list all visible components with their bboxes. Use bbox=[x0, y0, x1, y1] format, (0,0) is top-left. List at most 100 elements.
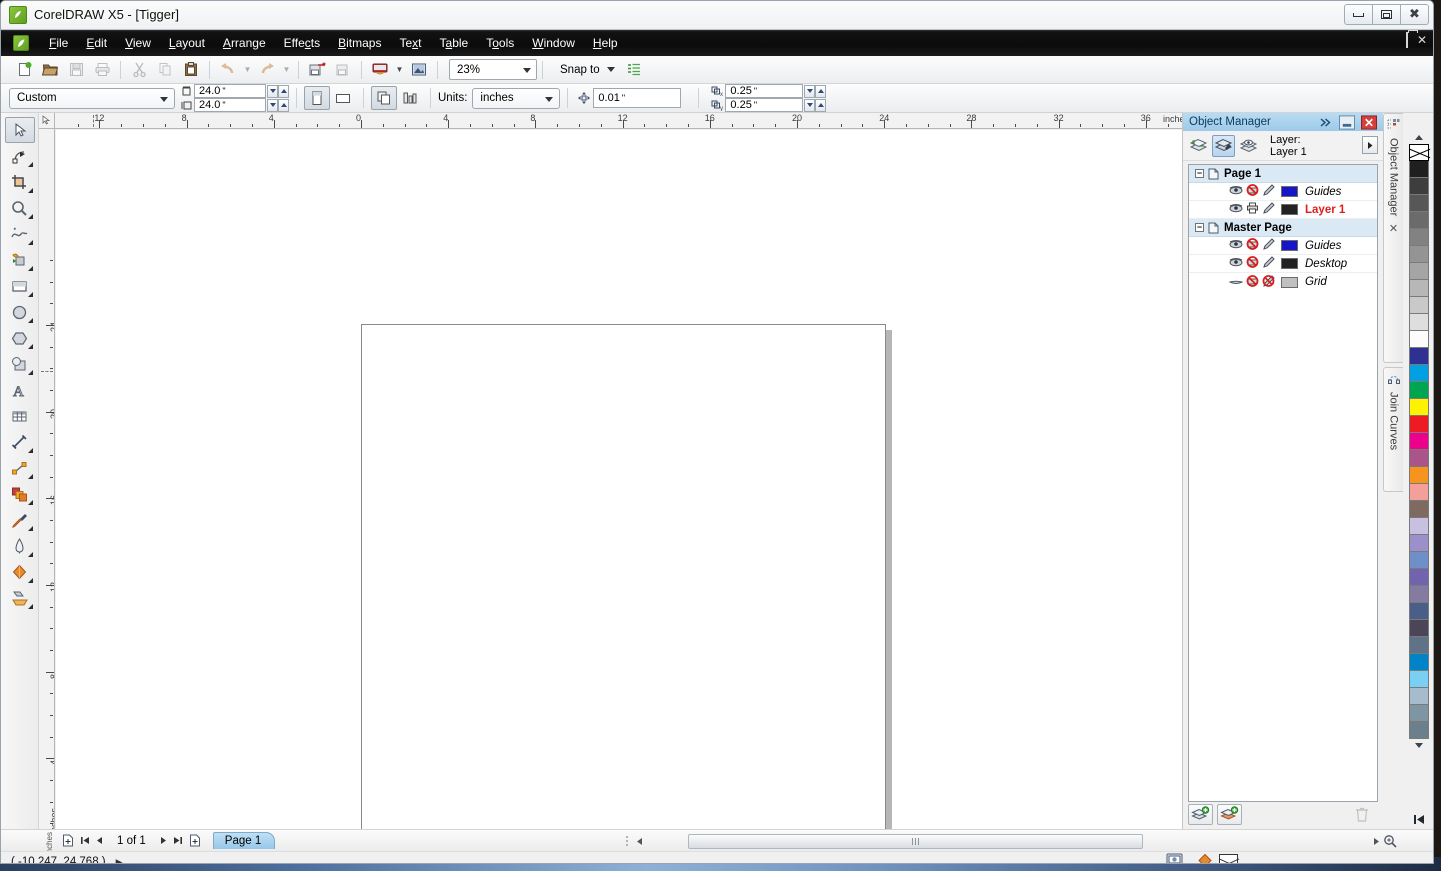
previous-page-button[interactable] bbox=[92, 832, 107, 850]
palette-color-swatch[interactable] bbox=[1409, 671, 1429, 688]
palette-color-swatch[interactable] bbox=[1409, 467, 1429, 484]
palette-color-swatch[interactable] bbox=[1409, 280, 1429, 297]
import-button[interactable] bbox=[304, 58, 330, 82]
no-print-icon[interactable] bbox=[1246, 256, 1259, 271]
join-curves-tab[interactable]: Join Curves bbox=[1383, 367, 1403, 492]
table-tool[interactable] bbox=[5, 403, 35, 429]
window-close-button[interactable]: ✖ bbox=[1400, 4, 1429, 25]
window-minimize-button[interactable] bbox=[1344, 4, 1373, 25]
blend-tool[interactable] bbox=[5, 481, 35, 507]
vertical-ruler[interactable]: 24201612840inches bbox=[39, 129, 55, 829]
object-manager-tree[interactable]: − Page 1 Guides Layer 1 − Master Page Gu… bbox=[1188, 164, 1378, 802]
drawing-canvas[interactable] bbox=[56, 130, 1367, 829]
palette-color-swatch[interactable] bbox=[1409, 161, 1429, 178]
application-launcher-button[interactable] bbox=[367, 58, 393, 82]
document-icon[interactable] bbox=[13, 35, 29, 51]
coordinates-expander-icon[interactable]: ▶ bbox=[116, 857, 123, 864]
freehand-tool[interactable] bbox=[5, 221, 35, 247]
pencil-icon[interactable] bbox=[1262, 238, 1275, 253]
menu-effects[interactable]: Effects bbox=[275, 33, 329, 53]
no-print-icon[interactable] bbox=[1246, 238, 1259, 253]
palette-color-swatch[interactable] bbox=[1409, 637, 1429, 654]
zoom-tool[interactable] bbox=[5, 195, 35, 221]
menu-table[interactable]: Table bbox=[431, 33, 478, 53]
portrait-orientation-button[interactable] bbox=[304, 86, 330, 110]
launcher-dropdown-arrow[interactable]: ▼ bbox=[393, 58, 406, 82]
fill-tool[interactable] bbox=[5, 559, 35, 585]
menu-file[interactable]: File bbox=[40, 33, 77, 53]
nudge-input[interactable]: 0.01 " bbox=[593, 88, 682, 108]
shape-tool[interactable] bbox=[5, 143, 35, 169]
palette-end-button[interactable] bbox=[1408, 811, 1430, 827]
scroll-right-button[interactable] bbox=[1369, 833, 1383, 849]
palette-color-swatch[interactable] bbox=[1409, 535, 1429, 552]
menu-bitmaps[interactable]: Bitmaps bbox=[329, 33, 390, 53]
all-pages-button[interactable] bbox=[371, 86, 397, 110]
pencil-icon[interactable] bbox=[1262, 184, 1275, 199]
undo-dropdown-arrow[interactable]: ▼ bbox=[241, 58, 254, 82]
palette-color-swatch[interactable] bbox=[1409, 263, 1429, 280]
cut-button[interactable] bbox=[126, 58, 152, 82]
show-object-properties-button[interactable] bbox=[1187, 135, 1210, 157]
palette-color-swatch[interactable] bbox=[1409, 620, 1429, 637]
eye-icon[interactable] bbox=[1229, 203, 1243, 216]
page-height-decrement[interactable] bbox=[267, 98, 278, 112]
delete-button[interactable] bbox=[1349, 804, 1374, 825]
palette-color-swatch[interactable] bbox=[1409, 246, 1429, 263]
palette-color-swatch[interactable] bbox=[1409, 229, 1429, 246]
first-page-button[interactable] bbox=[77, 832, 92, 850]
ruler-origin-button[interactable] bbox=[39, 113, 55, 129]
pick-tool[interactable] bbox=[4, 117, 35, 143]
palette-color-swatch[interactable] bbox=[1409, 450, 1429, 467]
palette-color-swatch[interactable] bbox=[1409, 569, 1429, 586]
new-document-button[interactable] bbox=[11, 58, 37, 82]
menu-text[interactable]: Text bbox=[390, 33, 430, 53]
palette-color-swatch[interactable] bbox=[1409, 484, 1429, 501]
tree-layer-master-guides[interactable]: Guides bbox=[1189, 237, 1377, 255]
dimension-tool[interactable] bbox=[5, 429, 35, 455]
duplicate-y-increment[interactable] bbox=[815, 98, 827, 112]
undo-button[interactable] bbox=[215, 58, 241, 82]
document-restore-button[interactable] bbox=[1405, 32, 1408, 48]
close-icon[interactable]: ✕ bbox=[1389, 222, 1398, 235]
duplicate-y-decrement[interactable] bbox=[804, 98, 816, 112]
units-combobox[interactable]: inches bbox=[472, 87, 561, 109]
palette-color-swatch[interactable] bbox=[1409, 195, 1429, 212]
scroll-left-button[interactable] bbox=[632, 833, 646, 849]
tree-layer-desktop[interactable]: Desktop bbox=[1189, 255, 1377, 273]
text-tool[interactable]: A bbox=[5, 377, 35, 403]
palette-color-swatch[interactable] bbox=[1409, 586, 1429, 603]
screen-icon[interactable] bbox=[1166, 853, 1183, 863]
page-preset-combobox[interactable]: Custom bbox=[9, 87, 175, 109]
document-close-button[interactable]: ✕ bbox=[1417, 34, 1427, 46]
printer-icon[interactable] bbox=[1246, 202, 1259, 217]
new-master-layer-button[interactable] bbox=[1217, 803, 1242, 825]
next-page-button[interactable] bbox=[156, 832, 171, 850]
palette-color-swatch[interactable] bbox=[1409, 365, 1429, 382]
basic-shapes-tool[interactable] bbox=[5, 351, 35, 377]
layer-color-swatch[interactable] bbox=[1281, 258, 1298, 269]
paste-button[interactable] bbox=[178, 58, 204, 82]
eye-closed-icon[interactable] bbox=[1228, 276, 1244, 289]
layer-manager-view-button[interactable] bbox=[1237, 135, 1260, 157]
last-page-button[interactable] bbox=[171, 832, 186, 850]
palette-color-swatch[interactable] bbox=[1409, 331, 1429, 348]
expander-collapse-icon[interactable]: − bbox=[1195, 169, 1204, 178]
connector-tool[interactable] bbox=[5, 455, 35, 481]
palette-color-swatch[interactable] bbox=[1409, 399, 1429, 416]
horizontal-scroll-thumb[interactable] bbox=[688, 833, 1143, 849]
ellipse-tool[interactable] bbox=[5, 299, 35, 325]
palette-color-swatch[interactable] bbox=[1409, 518, 1429, 535]
palette-color-swatch[interactable] bbox=[1409, 416, 1429, 433]
window-maximize-button[interactable] bbox=[1372, 4, 1401, 25]
edit-across-layers-button[interactable] bbox=[1212, 134, 1235, 157]
palette-color-swatch[interactable] bbox=[1409, 212, 1429, 229]
layer-color-swatch[interactable] bbox=[1281, 276, 1298, 288]
current-page-button[interactable] bbox=[397, 86, 423, 110]
zoom-level-combobox[interactable]: 23% bbox=[449, 59, 537, 80]
duplicate-y-input[interactable]: 0.25 " bbox=[725, 98, 804, 112]
no-print-icon[interactable] bbox=[1246, 184, 1259, 199]
tree-group-master-page[interactable]: − Master Page bbox=[1189, 219, 1377, 237]
palette-color-swatch[interactable] bbox=[1409, 603, 1429, 620]
redo-button[interactable] bbox=[254, 58, 280, 82]
